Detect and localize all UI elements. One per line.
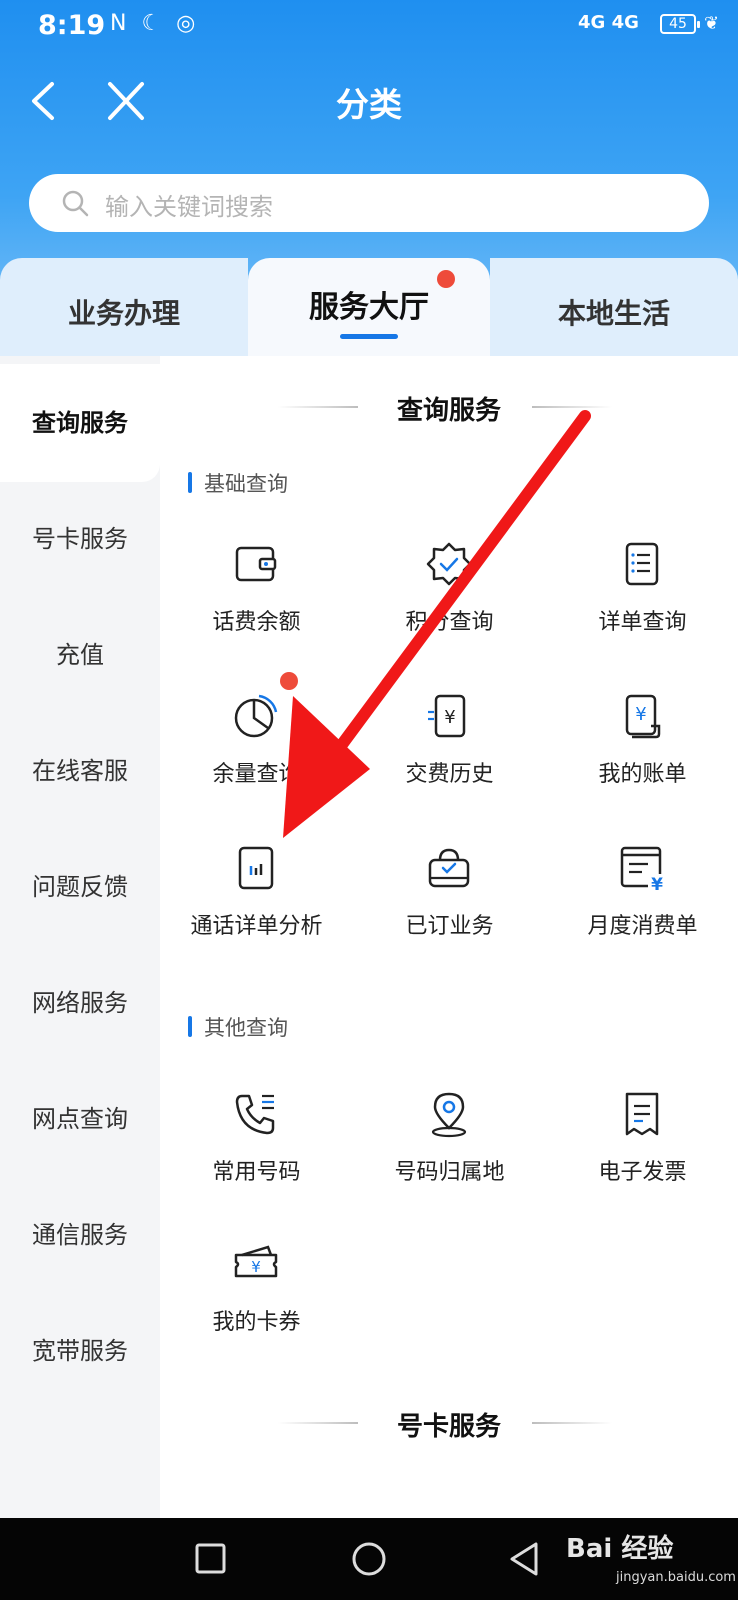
grid-item-label: 详单查询 — [598, 610, 687, 635]
nav-back-button[interactable] — [500, 1536, 550, 1582]
status-bar: 8:19 N ☾ ◎ 4G 4G 45 ❦ — [0, 0, 738, 52]
bag-check-icon — [428, 848, 470, 888]
wallet-icon — [235, 546, 277, 582]
search-icon — [62, 190, 89, 217]
svg-text:¥: ¥ — [635, 704, 646, 725]
tab-label: 服务大厅 — [309, 290, 429, 325]
battery-icon: 45 — [660, 14, 700, 34]
badge-check-icon — [426, 542, 472, 586]
header: 8:19 N ☾ ◎ 4G 4G 45 ❦ 分类 输入关键词搜索 业务办理 服务… — [0, 0, 738, 356]
grid-item-balance[interactable]: 话费余额 — [160, 540, 353, 660]
grid-item-label: 月度消费单 — [587, 914, 698, 939]
grid-item-label: 积分查询 — [405, 610, 494, 635]
grid-item-common-numbers[interactable]: 常用号码 — [160, 1090, 353, 1210]
tab-label: 本地生活 — [557, 297, 670, 330]
sidebar-item-feedback[interactable]: 问题反馈 — [0, 828, 160, 946]
tab-business[interactable]: 业务办理 — [0, 258, 248, 356]
section-title: 号卡服务 — [160, 1406, 738, 1443]
grid-item-detail[interactable]: 详单查询 — [546, 540, 738, 660]
sidebar-item-telecom[interactable]: 通信服务 — [0, 1176, 160, 1294]
invoice-icon — [625, 1092, 659, 1136]
pie-chart-icon — [234, 694, 278, 738]
coupon-icon: ¥ — [234, 1245, 278, 1278]
list-doc-icon — [625, 542, 659, 586]
content-area: 查询服务 号卡服务 充值 在线客服 问题反馈 网络服务 网点查询 通信服务 宽带… — [0, 356, 738, 1518]
main-panel: 查询服务 基础查询 话费余额 积分查询 详单查询 余量查询 ¥ 交费历史 ¥ 我… — [160, 356, 738, 1518]
sidebar-item-card[interactable]: 号卡服务 — [0, 480, 160, 598]
grid-item-label: 余量查询 — [212, 762, 301, 787]
grid-item-number-location[interactable]: 号码归属地 — [353, 1090, 546, 1210]
grid-item-label: 已订业务 — [405, 914, 494, 939]
page-title: 分类 — [336, 85, 402, 124]
divider — [278, 406, 358, 408]
grid-item-remaining[interactable]: 余量查询 — [160, 672, 353, 812]
tab-local-life[interactable]: 本地生活 — [490, 258, 738, 356]
divider — [532, 1422, 612, 1424]
grid-item-label: 号码归属地 — [394, 1160, 505, 1185]
grid-item-my-bill[interactable]: ¥ 我的账单 — [546, 692, 738, 812]
divider — [278, 1422, 358, 1424]
triangle-back-icon — [510, 1542, 538, 1576]
grid-item-subscribed[interactable]: 已订业务 — [353, 844, 546, 964]
grid-item-label: 通话详单分析 — [190, 914, 323, 939]
grid-item-call-analysis[interactable]: 通话详单分析 — [160, 844, 353, 964]
home-button[interactable] — [344, 1536, 394, 1582]
status-time: 8:19 — [38, 10, 106, 41]
signal-icon: 4G 4G — [578, 12, 639, 33]
grid-item-coupons[interactable]: ¥ 我的卡券 — [160, 1240, 353, 1360]
divider — [532, 406, 612, 408]
sidebar-item-online-service[interactable]: 在线客服 — [0, 712, 160, 830]
group-title-basic: 基础查询 — [188, 468, 288, 498]
grid-item-label: 我的卡券 — [212, 1310, 301, 1335]
grid-item-label: 我的账单 — [598, 762, 687, 787]
sidebar: 查询服务 号卡服务 充值 在线客服 问题反馈 网络服务 网点查询 通信服务 宽带… — [0, 356, 160, 1518]
grid-item-label: 交费历史 — [405, 762, 494, 787]
notification-dot — [437, 270, 455, 288]
tab-bar: 业务办理 服务大厅 本地生活 — [0, 258, 738, 356]
grid-item-points[interactable]: 积分查询 — [353, 540, 546, 660]
status-notification-icons: N ☾ ◎ — [110, 11, 200, 36]
group-title-other: 其他查询 — [188, 1012, 288, 1042]
notification-dot — [280, 672, 298, 690]
yen-doc-icon: ¥ — [428, 694, 466, 738]
grid-item-payment-history[interactable]: ¥ 交费历史 — [353, 692, 546, 812]
grid-item-e-invoice[interactable]: 电子发票 — [546, 1090, 738, 1210]
sidebar-item-broadband[interactable]: 宽带服务 — [0, 1292, 160, 1410]
grid-item-monthly[interactable]: ¥ 月度消费单 — [546, 844, 738, 964]
sidebar-item-query[interactable]: 查询服务 — [0, 364, 160, 482]
svg-text:¥: ¥ — [651, 875, 663, 892]
bill-icon: ¥ — [625, 694, 661, 739]
circle-icon — [352, 1542, 386, 1576]
phone-list-icon — [235, 1094, 275, 1135]
search-input[interactable]: 输入关键词搜索 — [29, 174, 709, 232]
search-placeholder: 输入关键词搜索 — [105, 193, 273, 221]
grid-item-label: 常用号码 — [212, 1160, 301, 1185]
square-icon — [195, 1543, 226, 1574]
svg-text:¥: ¥ — [251, 1258, 261, 1276]
leaf-icon: ❦ — [704, 13, 720, 34]
location-pin-icon — [431, 1092, 467, 1138]
section-title: 查询服务 — [160, 390, 738, 427]
bar-chart-icon — [238, 846, 274, 890]
baidu-watermark-logo: Bai 经验 — [566, 1534, 674, 1564]
tab-label: 业务办理 — [67, 297, 180, 330]
sidebar-item-outlets[interactable]: 网点查询 — [0, 1060, 160, 1178]
grid-item-label: 话费余额 — [212, 610, 301, 635]
tab-active-indicator — [340, 334, 398, 339]
section-title-text: 查询服务 — [396, 396, 501, 426]
sidebar-item-network[interactable]: 网络服务 — [0, 944, 160, 1062]
tab-service-hall[interactable]: 服务大厅 — [248, 258, 490, 356]
sidebar-item-recharge[interactable]: 充值 — [0, 596, 160, 714]
recent-apps-button[interactable] — [186, 1536, 236, 1582]
svg-text:¥: ¥ — [444, 707, 455, 728]
baidu-watermark-url: jingyan.baidu.com — [616, 1570, 736, 1585]
monthly-bill-icon: ¥ — [620, 846, 666, 892]
grid-item-label: 电子发票 — [598, 1160, 687, 1185]
section-title-text: 号卡服务 — [396, 1412, 501, 1442]
system-nav-bar: Bai 经验 jingyan.baidu.com — [0, 1518, 738, 1600]
